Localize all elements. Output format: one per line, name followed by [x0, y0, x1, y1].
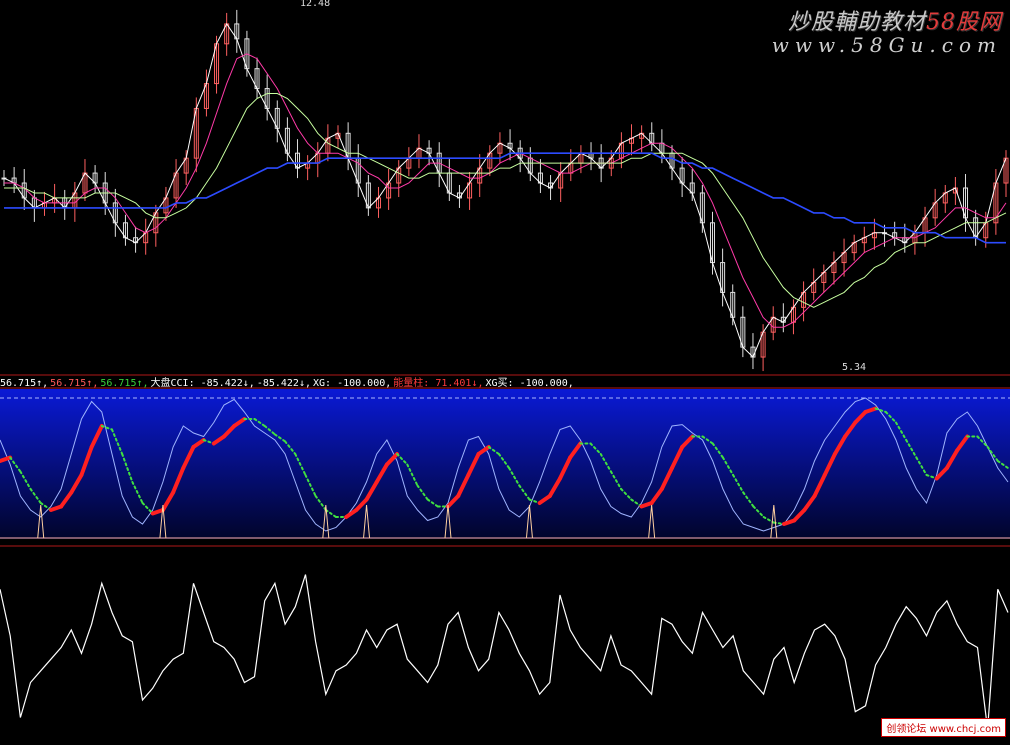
legend-item: -85.422↓, — [256, 378, 311, 389]
legend-item: 大盘CCI: -85.422↓, — [150, 378, 255, 389]
stock-chart-canvas: 炒股輔助教材58股网 www.58Gu.com 12.48 5.34 56.71… — [0, 0, 1010, 741]
price-low-label: 5.34 — [842, 362, 867, 373]
legend-item: 能量柱: 71.401↓, — [393, 378, 484, 389]
ma10-line — [4, 53, 1007, 328]
price-panel — [1, 9, 1009, 372]
watermark-url: www.58Gu.com — [771, 33, 1002, 57]
cci-line — [0, 574, 1009, 730]
legend-item: XG买: -100.000, — [485, 378, 574, 389]
legend-item: XG: -100.000, — [313, 378, 392, 389]
watermark-brand-accent: 58股网 — [926, 10, 1002, 35]
cci-panel — [0, 574, 1009, 730]
ma5-line — [3, 22, 1007, 358]
legend-item: 56.715↑, — [100, 378, 149, 389]
site-credit: 创领论坛 www.chcj.com — [881, 718, 1006, 737]
watermark-brand-main: 炒股輔助教材 — [787, 10, 926, 35]
ma20-line — [4, 93, 1007, 308]
legend-item: 56.715↑, — [0, 378, 49, 389]
price-high-label: 12.48 — [300, 0, 331, 9]
indicator-legend: 56.715↑, 56.715↑, 56.715↑, 大盘CCI: -85.422↓,… — [0, 374, 576, 389]
watermark-brand: 炒股輔助教材58股网 — [788, 4, 1002, 36]
legend-item: 56.715↑, — [50, 378, 99, 389]
